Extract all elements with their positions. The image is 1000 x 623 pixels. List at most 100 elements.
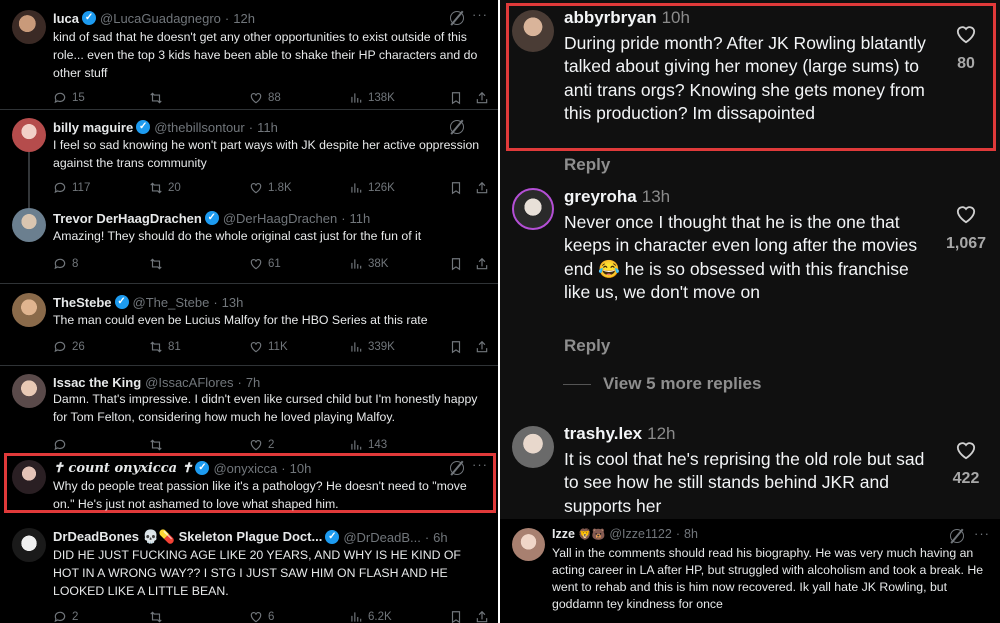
bookmark-button[interactable]	[449, 89, 468, 107]
author-handle[interactable]: @LucaGuadagnegro	[100, 11, 221, 26]
comment-text: It is cool that he's reprising the old r…	[564, 449, 925, 516]
tweet[interactable]: Issac the King @IssacAFlores · 7h Damn. …	[0, 366, 498, 454]
tweet-highlighted[interactable]: ✝ count onyxicca ✝ ✓ @onyxicca · 10h ···…	[0, 455, 498, 511]
reply-button[interactable]: 8	[53, 255, 78, 273]
grok-icon[interactable]	[950, 529, 964, 543]
author-handle[interactable]: @DrDeadB...	[343, 530, 421, 545]
retweet-button[interactable]	[149, 89, 168, 107]
avatar[interactable]	[12, 528, 46, 562]
timestamp[interactable]: 6h	[433, 530, 447, 545]
retweet-button[interactable]	[149, 436, 168, 454]
author-handle[interactable]: @thebillsontour	[154, 120, 245, 135]
avatar[interactable]	[12, 293, 46, 327]
views-button[interactable]: 138K	[349, 89, 395, 107]
avatar[interactable]	[12, 118, 46, 152]
avatar[interactable]	[512, 426, 554, 468]
author-handle[interactable]: @DerHaagDrachen	[223, 211, 337, 226]
tweet[interactable]: DrDeadBones 💀💊 Skeleton Plague Doct... ✓…	[0, 520, 498, 623]
views-button[interactable]: 126K	[349, 179, 395, 197]
comment-header: greyroha 13h	[564, 187, 670, 207]
username[interactable]: abbyrbryan	[564, 8, 657, 27]
tweet[interactable]: Izze 🦁🐻 @Izze1122 · 8h ··· Yall in the c…	[500, 519, 1000, 623]
avatar[interactable]	[512, 188, 554, 230]
grok-icon[interactable]	[450, 120, 464, 134]
timestamp[interactable]: 11h	[350, 211, 371, 226]
retweet-button[interactable]	[149, 608, 168, 623]
grok-icon[interactable]	[450, 461, 464, 475]
timestamp[interactable]: 13h	[222, 295, 244, 310]
author-handle[interactable]: @The_Stebe	[133, 295, 210, 310]
avatar[interactable]	[12, 374, 46, 408]
like-button[interactable]: 6	[249, 608, 274, 623]
timestamp[interactable]: 11h	[257, 120, 278, 135]
avatar[interactable]	[12, 10, 46, 44]
view-more-replies-button[interactable]: View 5 more replies	[562, 374, 761, 394]
heart-icon[interactable]	[955, 24, 977, 44]
view-count: 339K	[368, 341, 395, 353]
like-button[interactable]: 61	[249, 255, 281, 273]
grok-icon[interactable]	[450, 11, 464, 25]
reply-button[interactable]: Reply	[564, 155, 610, 175]
bookmark-button[interactable]	[449, 255, 468, 273]
reply-button[interactable]: 15	[53, 89, 85, 107]
views-button[interactable]: 143	[349, 436, 387, 454]
author-handle[interactable]: @IssacAFlores	[145, 375, 233, 390]
like-button[interactable]: 1.8K	[249, 179, 292, 197]
tweet[interactable]: billy maguire ✓ @thebillsontour · 11h I …	[0, 110, 498, 208]
share-button[interactable]	[475, 89, 494, 107]
timestamp[interactable]: 10h	[290, 461, 312, 476]
author-name[interactable]: Trevor DerHaagDrachen	[53, 211, 202, 226]
bookmark-button[interactable]	[449, 338, 468, 356]
more-options-icon[interactable]: ···	[472, 457, 488, 472]
views-button[interactable]: 38K	[349, 255, 388, 273]
bookmark-button[interactable]	[449, 179, 468, 197]
views-icon	[351, 342, 362, 352]
like-button[interactable]: 11K	[249, 338, 288, 356]
reply-button[interactable]: 26	[53, 338, 85, 356]
reply-button[interactable]: Reply	[564, 336, 610, 356]
views-button[interactable]: 6.2K	[349, 608, 392, 623]
avatar[interactable]	[512, 10, 554, 52]
more-options-icon[interactable]: ···	[974, 526, 990, 541]
author-name[interactable]: ✝ count onyxicca ✝	[53, 461, 192, 476]
heart-icon[interactable]	[955, 204, 977, 224]
like-button[interactable]: 88	[249, 89, 281, 107]
share-button[interactable]	[475, 179, 494, 197]
tweet[interactable]: luca ✓ @LucaGuadagnegro · 12h ··· kind o…	[0, 0, 498, 108]
username[interactable]: trashy.lex	[564, 424, 642, 443]
author-name[interactable]: TheStebe	[53, 295, 112, 310]
timestamp[interactable]: 8h	[684, 527, 698, 541]
share-button[interactable]	[475, 608, 494, 623]
tweet[interactable]: TheStebe ✓ @The_Stebe · 13h The man coul…	[0, 285, 498, 365]
bookmark-button[interactable]	[449, 608, 468, 623]
author-name[interactable]: DrDeadBones 💀💊 Skeleton Plague Doct...	[53, 529, 322, 545]
retweet-button[interactable]: 20	[149, 179, 181, 197]
retweet-button[interactable]: 81	[149, 338, 181, 356]
author-name[interactable]: luca	[53, 11, 79, 26]
reply-button[interactable]: 2	[53, 608, 78, 623]
author-name[interactable]: billy maguire	[53, 120, 133, 135]
like-button[interactable]: 2	[249, 436, 274, 454]
timestamp[interactable]: 12h	[233, 11, 255, 26]
author-name[interactable]: Izze	[552, 527, 575, 541]
avatar[interactable]	[512, 528, 545, 561]
author-name[interactable]: Issac the King	[53, 375, 141, 390]
author-handle[interactable]: @onyxicca	[213, 461, 277, 476]
like-count: 88	[268, 92, 281, 104]
heart-icon[interactable]	[955, 440, 977, 460]
share-button[interactable]	[475, 255, 494, 273]
share-button[interactable]	[475, 338, 494, 356]
tweet[interactable]: Trevor DerHaagDrachen ✓ @DerHaagDrachen …	[0, 202, 498, 282]
author-handle[interactable]: @Izze1122	[609, 527, 672, 541]
views-button[interactable]: 339K	[349, 338, 395, 356]
avatar[interactable]	[12, 460, 46, 494]
username[interactable]: greyroha	[564, 187, 637, 206]
comment-text: During pride month? After JK Rowling bla…	[564, 33, 926, 124]
retweet-button[interactable]	[149, 255, 168, 273]
retweet-icon	[150, 258, 162, 270]
avatar[interactable]	[12, 208, 46, 242]
reply-button[interactable]: 117	[53, 179, 90, 197]
more-options-icon[interactable]: ···	[472, 7, 488, 22]
timestamp[interactable]: 7h	[246, 375, 260, 390]
reply-button[interactable]	[53, 436, 72, 454]
